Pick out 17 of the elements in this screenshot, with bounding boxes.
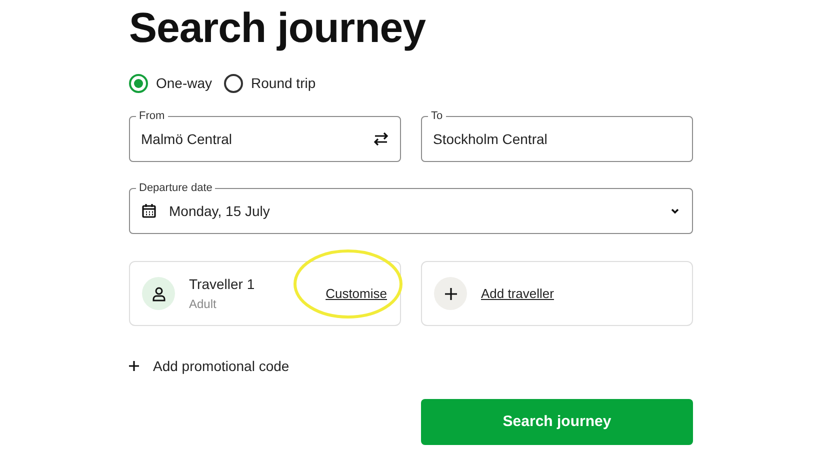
- plus-icon: [129, 361, 139, 371]
- field-value: Stockholm Central: [433, 130, 548, 148]
- calendar-icon: [141, 203, 157, 219]
- customise-link[interactable]: Customise: [326, 284, 387, 304]
- traveller-type: Adult: [189, 296, 218, 312]
- add-promo-code-button[interactable]: Add promotional code: [129, 355, 290, 377]
- field-label: Departure date: [136, 181, 216, 195]
- traveller-name: Traveller 1: [189, 274, 256, 292]
- radio-option[interactable]: One-way: [129, 72, 212, 94]
- page-title: Search journey: [129, 3, 427, 53]
- field-value: Malmö Central: [141, 130, 234, 148]
- add-traveller-link[interactable]: Add traveller: [481, 284, 554, 304]
- swap-icon[interactable]: [373, 131, 389, 147]
- plus-icon[interactable]: [434, 277, 467, 310]
- radio-option[interactable]: Round trip: [224, 72, 316, 94]
- field-value: Monday, 15 July: [169, 202, 271, 221]
- person-icon: [142, 277, 175, 310]
